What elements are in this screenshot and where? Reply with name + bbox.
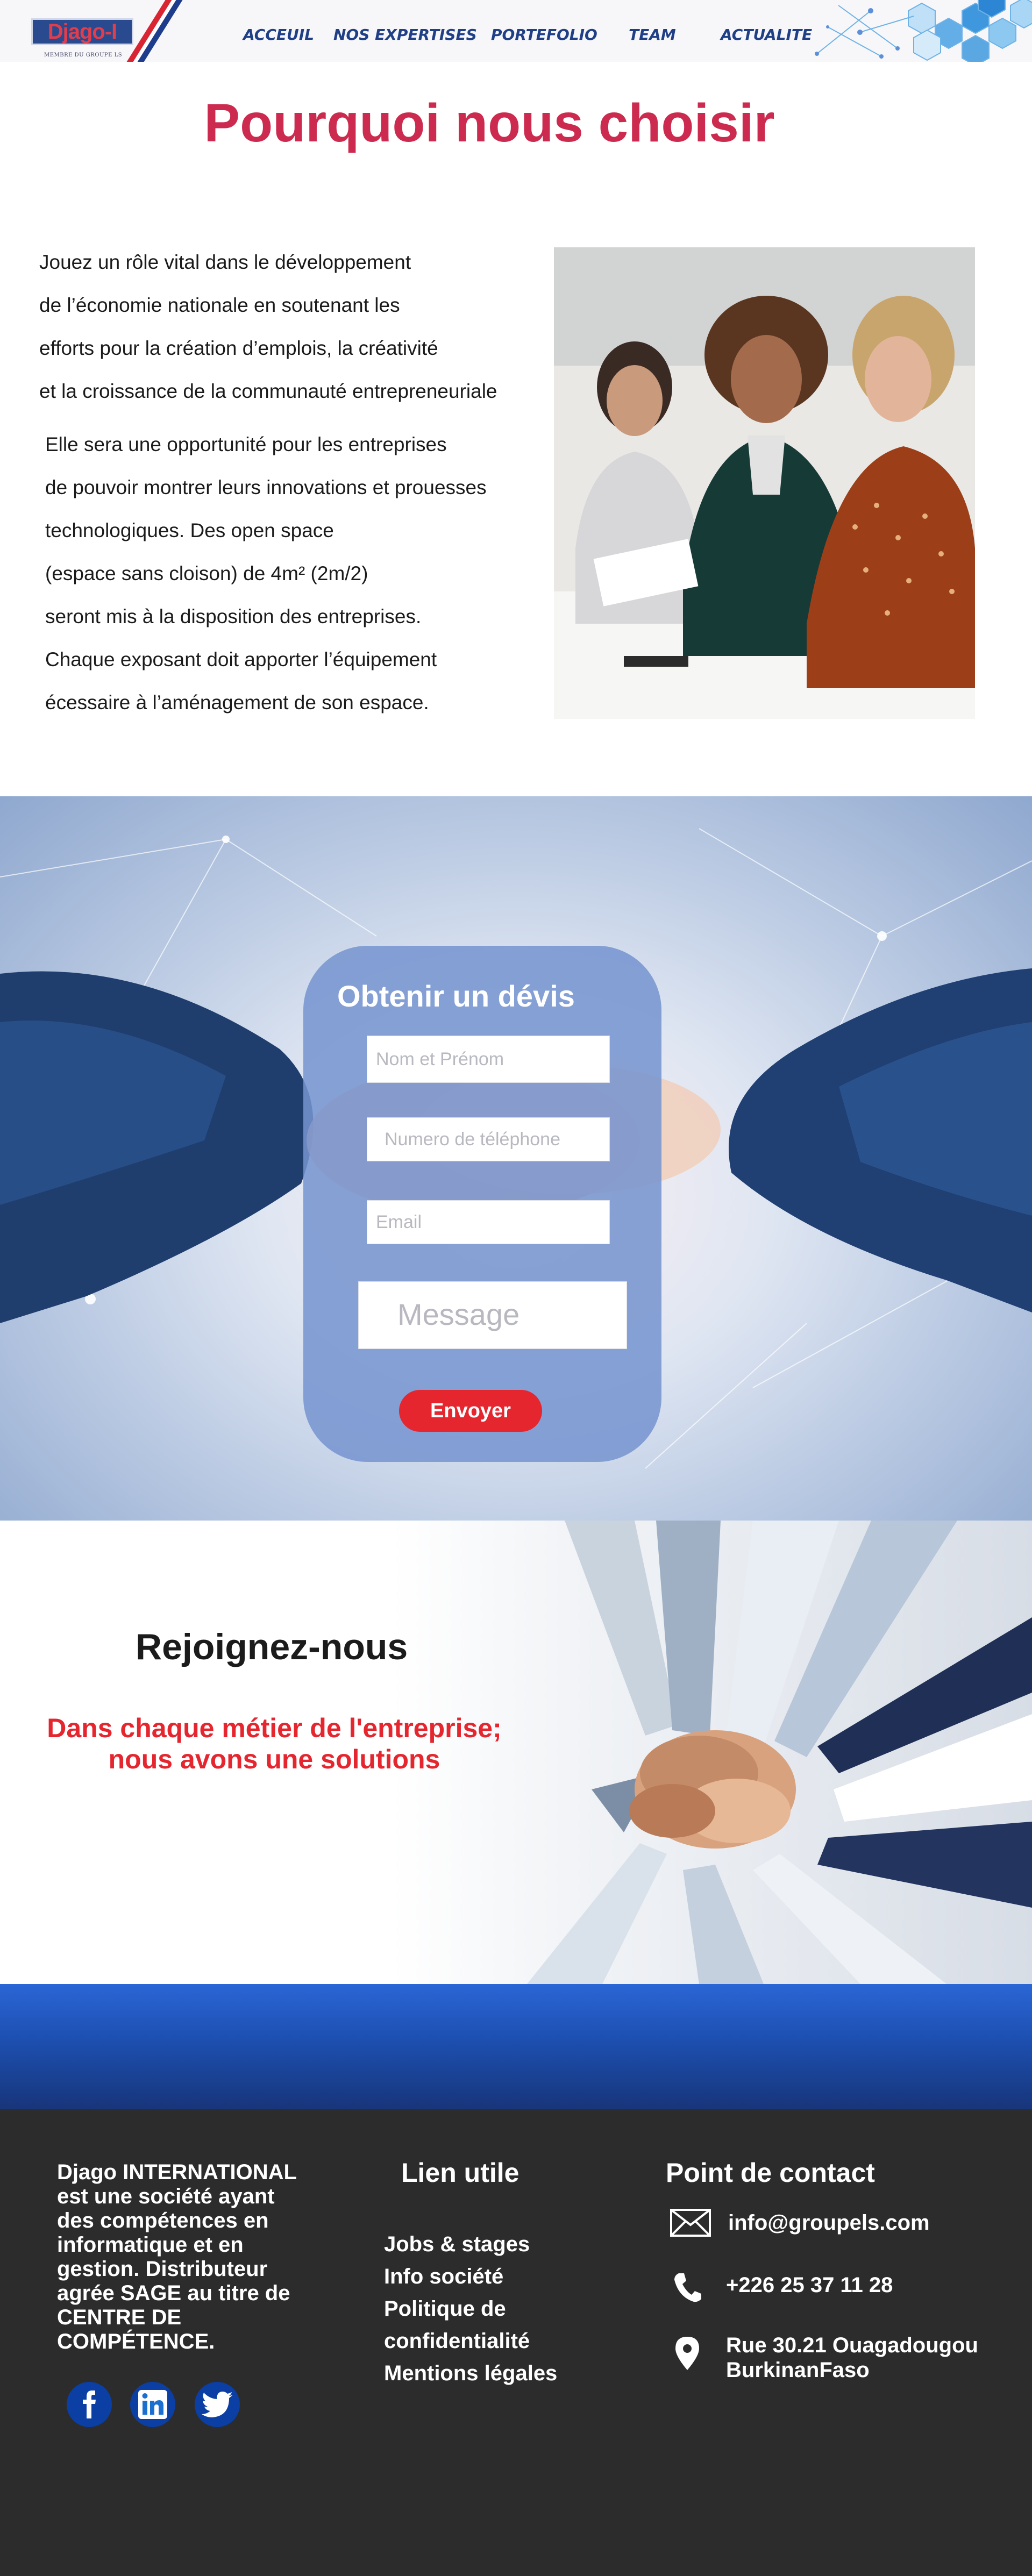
facebook-glyph xyxy=(83,2391,96,2418)
phone-icon xyxy=(674,2273,701,2302)
team-meeting-photo xyxy=(554,247,975,719)
contact-address-line2: BurkinanFaso xyxy=(726,2358,870,2382)
footer-link-privacy[interactable]: Politique de xyxy=(384,2297,506,2321)
useful-links-title: Lien utile xyxy=(401,2158,519,2188)
phone-input[interactable] xyxy=(367,1117,610,1161)
blue-divider-band xyxy=(0,1984,1032,2109)
why-paragraph-2: Elle sera une opportunité pour les entre… xyxy=(45,433,487,713)
facebook-icon[interactable] xyxy=(67,2382,112,2427)
twitter-glyph xyxy=(202,2392,233,2417)
section-title-why: Pourquoi nous choisir xyxy=(204,93,775,153)
join-title: Rejoignez-nous xyxy=(136,1626,408,1667)
email-input[interactable] xyxy=(367,1200,610,1244)
footer-link-jobs[interactable]: Jobs & stages xyxy=(384,2232,530,2257)
join-subtitle: Dans chaque métier de l'entreprise; nous… xyxy=(47,1713,502,1774)
contact-title: Point de contact xyxy=(666,2158,875,2188)
footer-link-privacy-cont[interactable]: confidentialité xyxy=(384,2329,530,2353)
footer-link-info[interactable]: Info société xyxy=(384,2265,503,2289)
linkedin-icon[interactable] xyxy=(130,2382,175,2427)
contact-phone[interactable]: +226 25 37 11 28 xyxy=(726,2273,893,2297)
quote-form-title: Obtenir un dévis xyxy=(337,979,575,1013)
linkedin-glyph xyxy=(138,2390,167,2419)
logo-subtitle: MEMBRE DU GROUPE LS xyxy=(44,52,123,58)
nav-item-actualite[interactable]: ACTUALITE xyxy=(721,26,812,44)
site-header: Djago-I MEMBRE DU GROUPE LS ACCEUIL NOS … xyxy=(0,0,1032,62)
twitter-icon[interactable] xyxy=(195,2382,240,2427)
nav-item-acceuil[interactable]: ACCEUIL xyxy=(243,26,314,44)
name-input[interactable] xyxy=(367,1036,610,1083)
mail-icon xyxy=(670,2209,711,2237)
nav-item-expertises[interactable]: NOS EXPERTISES xyxy=(333,26,477,44)
location-pin-icon xyxy=(675,2337,699,2370)
footer-about-text: Djago INTERNATIONAL est une société ayan… xyxy=(57,2160,297,2353)
footer-link-legal[interactable]: Mentions légales xyxy=(384,2361,557,2386)
message-textarea[interactable] xyxy=(358,1281,627,1349)
contact-address-line1: Rue 30.21 Ouagadougou xyxy=(726,2334,978,2357)
nav-item-team[interactable]: TEAM xyxy=(629,26,676,44)
contact-email[interactable]: info@groupels.com xyxy=(728,2210,930,2235)
molecule-decoration xyxy=(815,0,1032,62)
nav-item-portefolio[interactable]: PORTEFOLIO xyxy=(491,26,597,44)
why-paragraph-1: Jouez un rôle vital dans le développemen… xyxy=(39,251,497,402)
send-button[interactable]: Envoyer xyxy=(399,1390,542,1432)
